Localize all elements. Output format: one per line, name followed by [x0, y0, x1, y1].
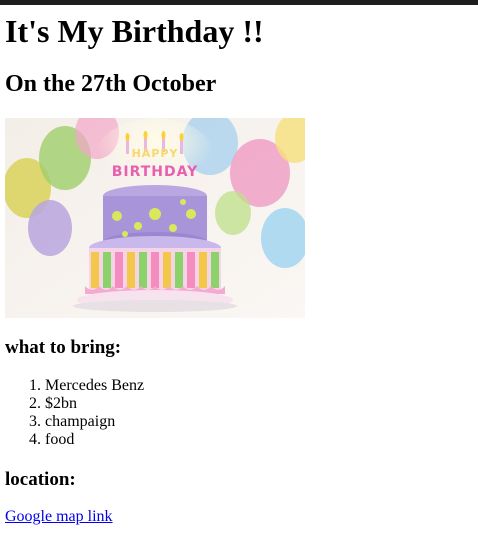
- top-bar: [0, 0, 478, 5]
- page-title: It's My Birthday !!: [5, 13, 264, 49]
- bring-heading: what to bring:: [5, 337, 122, 358]
- birthday-cake-image: HAPPY BIRTHDAY: [5, 118, 305, 318]
- svg-text:HAPPY: HAPPY: [132, 147, 179, 160]
- svg-text:BIRTHDAY: BIRTHDAY: [112, 164, 199, 180]
- page-subtitle: On the 27th October: [5, 71, 217, 97]
- list-item: $2bn: [45, 395, 144, 413]
- bring-list: Mercedes Benz $2bn champaign food: [0, 377, 144, 449]
- location-heading: location:: [5, 469, 76, 490]
- google-map-link[interactable]: Google map link: [5, 508, 113, 526]
- list-item: Mercedes Benz: [45, 377, 144, 395]
- list-item: food: [45, 431, 144, 449]
- list-item: champaign: [45, 413, 144, 431]
